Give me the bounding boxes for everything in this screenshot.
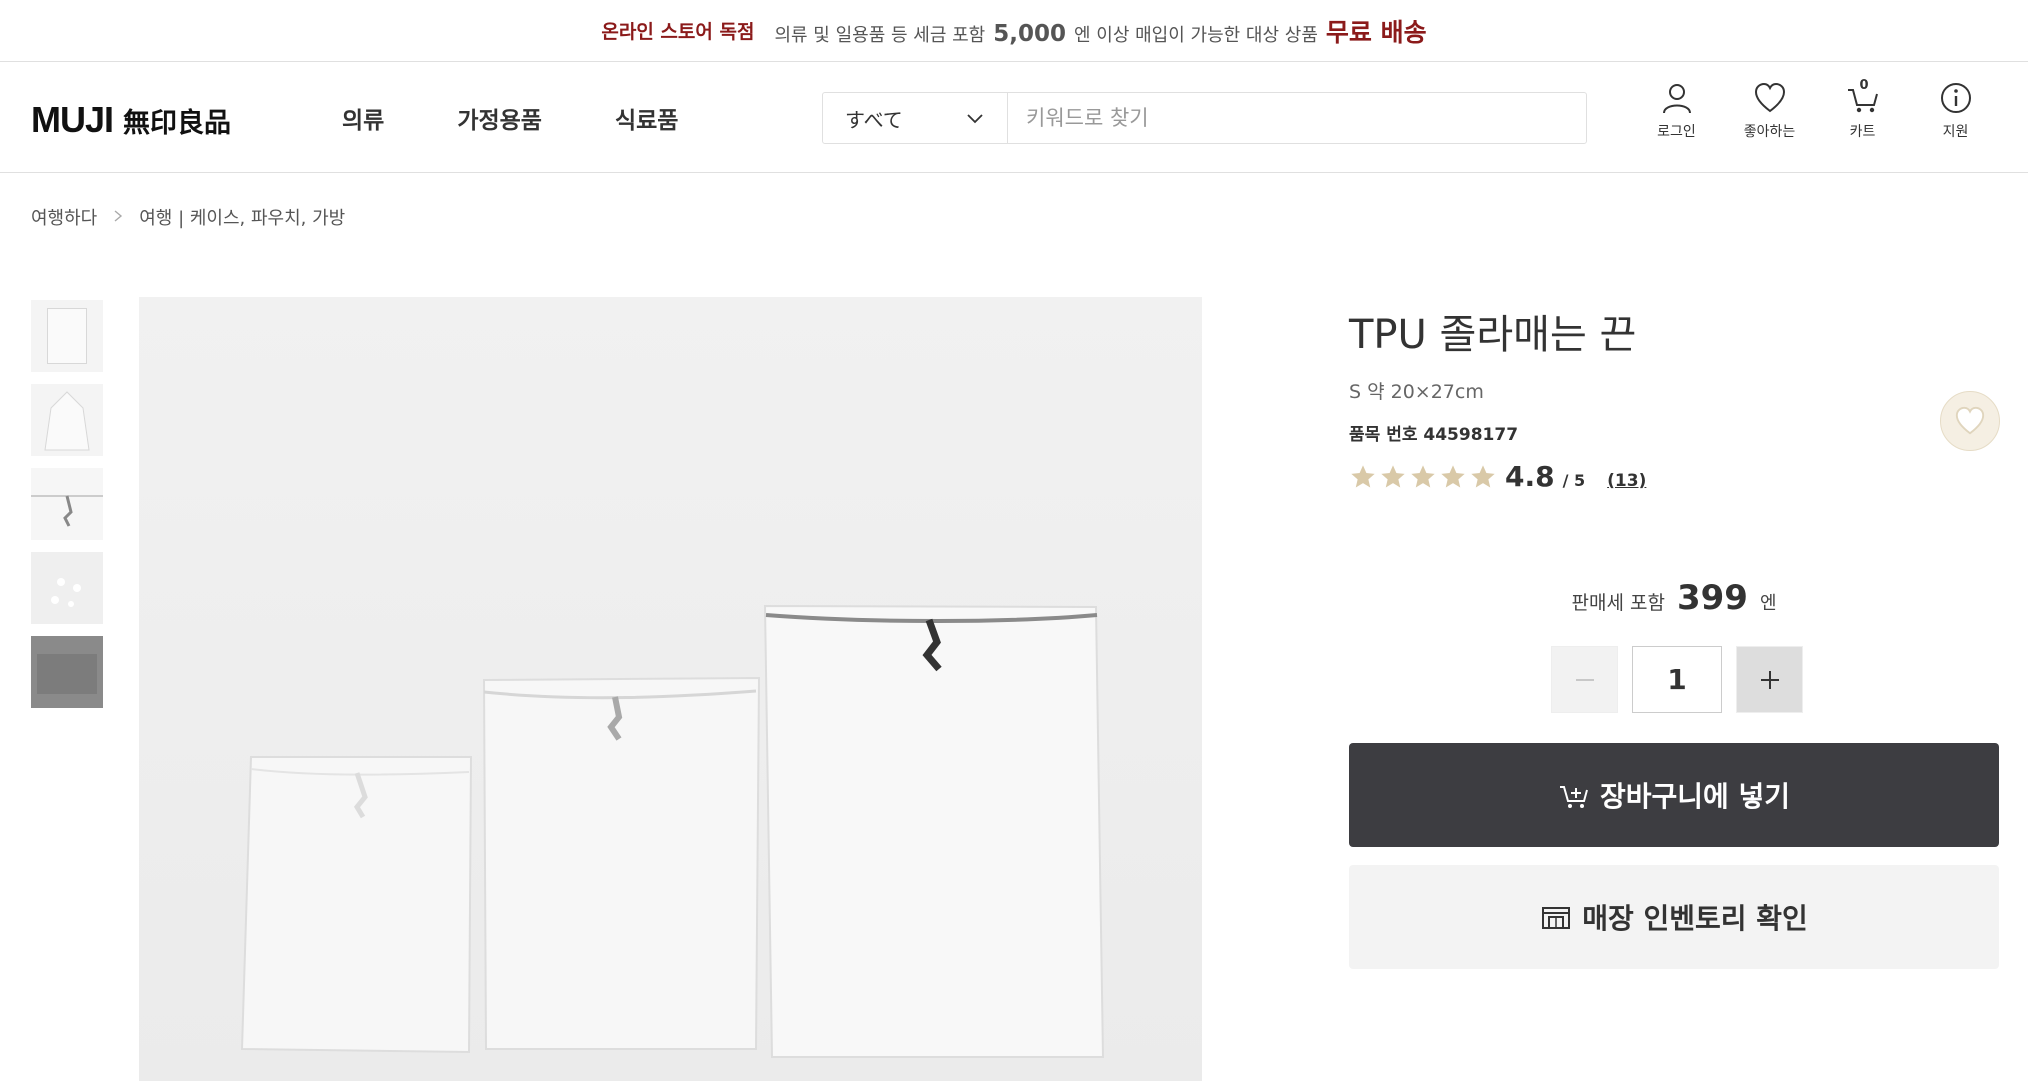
rating-stars [1349,463,1497,491]
thumbnail-3[interactable] [31,468,103,540]
review-count-link[interactable]: (13) [1607,471,1646,491]
quantity-decrease-button[interactable] [1551,646,1618,713]
cart-icon-wrap: 0 [1846,78,1880,115]
add-to-cart-label: 장바구니에 넣기 [1599,780,1791,813]
breadcrumb: 여행하다 여행 | 케이스, 파우치, 가방 [31,204,345,230]
heart-icon [1955,406,1985,435]
promo-amount: 5,000 [993,20,1066,47]
search-bar: すべて [822,92,1587,144]
thumbnail-5[interactable] [31,636,103,708]
promo-banner: 온라인 스토어 독점 의류 및 일용품 등 세금 포함 5,000 엔 이상 매… [0,0,2028,62]
chevron-right-icon [111,207,125,228]
store-icon [1542,907,1571,929]
thumbnail-4[interactable] [31,552,103,624]
thumbnail-list [31,300,103,708]
nav-household[interactable]: 가정용품 [457,101,542,135]
breadcrumb-item[interactable]: 여행 | 케이스, 파우치, 가방 [139,204,345,230]
check-inventory-button[interactable]: 매장 인벤토리 확인 [1349,865,1999,969]
support-button[interactable]: 지원 [1909,81,2002,141]
promo-message: 의류 및 일용품 등 세금 포함 5,000 엔 이상 매입이 가능한 대상 상… [774,13,1426,49]
breadcrumb-item[interactable]: 여행하다 [31,204,97,230]
info-icon [1940,83,1971,113]
thumbnail-bag-shape [31,552,103,624]
product-price: 판매세 포함 399 엔 [1349,578,1999,618]
promo-free-shipping: 무료 배송 [1325,17,1427,47]
rating-outof: / 5 [1562,471,1586,490]
plus-icon [1760,670,1779,689]
favorites-button[interactable]: 좋아하는 [1723,81,1816,141]
logo-kanji: 無印良品 [123,107,232,139]
add-favorite-button[interactable] [1940,391,2000,451]
product-main-image [139,297,1202,1081]
logo-text: MUJI [31,99,114,140]
add-to-cart-button[interactable]: 장바구니에 넣기 [1349,743,1999,847]
search-category-value: すべて [845,107,903,132]
main-nav: 의류 가정용품 식료품 [342,101,678,135]
quantity-value[interactable]: 1 [1632,646,1722,713]
star-icon [1351,464,1375,487]
price-tax-label: 판매세 포함 [1571,592,1665,614]
cart-label: 카트 [1849,124,1876,140]
star-icon [1411,464,1435,487]
promo-message-prefix: 의류 및 일용품 등 세금 포함 [774,24,986,46]
cart-add-icon [1559,786,1588,808]
login-label: 로그인 [1657,124,1696,140]
muji-logo[interactable]: MUJI 無印良品 [31,99,231,141]
site-header: MUJI 無印良品 의류 가정용품 식료품 すべて 로그인 좋아하는 0 카트 [0,63,2028,173]
thumbnail-bag-shape [47,308,87,364]
nav-food[interactable]: 식료품 [615,101,678,135]
thumbnail-bag-shape [44,391,90,451]
chevron-down-icon [967,114,983,124]
quantity-stepper: 1 [1551,646,1803,713]
thumbnail-bag-shape [31,636,103,708]
rating-score: 4.8 [1505,460,1555,493]
thumbnail-bag-shape [31,468,103,540]
product-rating: 4.8 / 5 (13) [1349,460,1646,493]
user-icon [1662,84,1691,114]
promo-exclusive: 온라인 스토어 독점 [601,21,755,43]
cart-button[interactable]: 0 카트 [1816,78,1909,141]
thumbnail-2[interactable] [31,384,103,456]
product-size: S 약 20×27cm [1349,381,1484,403]
product-item-number: 품목 번호 44598177 [1349,425,1519,445]
support-label: 지원 [1942,124,1969,140]
price-amount: 399 [1676,578,1748,618]
search-category-select[interactable]: すべて [823,93,1008,143]
favorites-label: 좋아하는 [1743,124,1796,140]
cart-count: 0 [1859,78,1869,93]
star-icon [1471,464,1495,487]
heart-icon [1754,82,1785,113]
quantity-increase-button[interactable] [1736,646,1803,713]
star-icon [1441,464,1465,487]
price-currency: 엔 [1759,593,1777,614]
thumbnail-1[interactable] [31,300,103,372]
nav-clothing[interactable]: 의류 [342,101,384,135]
login-button[interactable]: 로그인 [1630,81,1723,141]
minus-icon [1575,678,1594,681]
product-photo [139,297,1202,1081]
header-icons: 로그인 좋아하는 0 카트 지원 [1630,78,2002,141]
product-title: TPU 졸라매는 끈 [1349,312,1637,358]
search-input[interactable] [1008,93,1586,143]
star-icon [1381,464,1405,487]
promo-message-suffix: 엔 이상 매입이 가능한 대상 상품 [1074,24,1318,46]
check-inventory-label: 매장 인벤토리 확인 [1582,902,1808,935]
